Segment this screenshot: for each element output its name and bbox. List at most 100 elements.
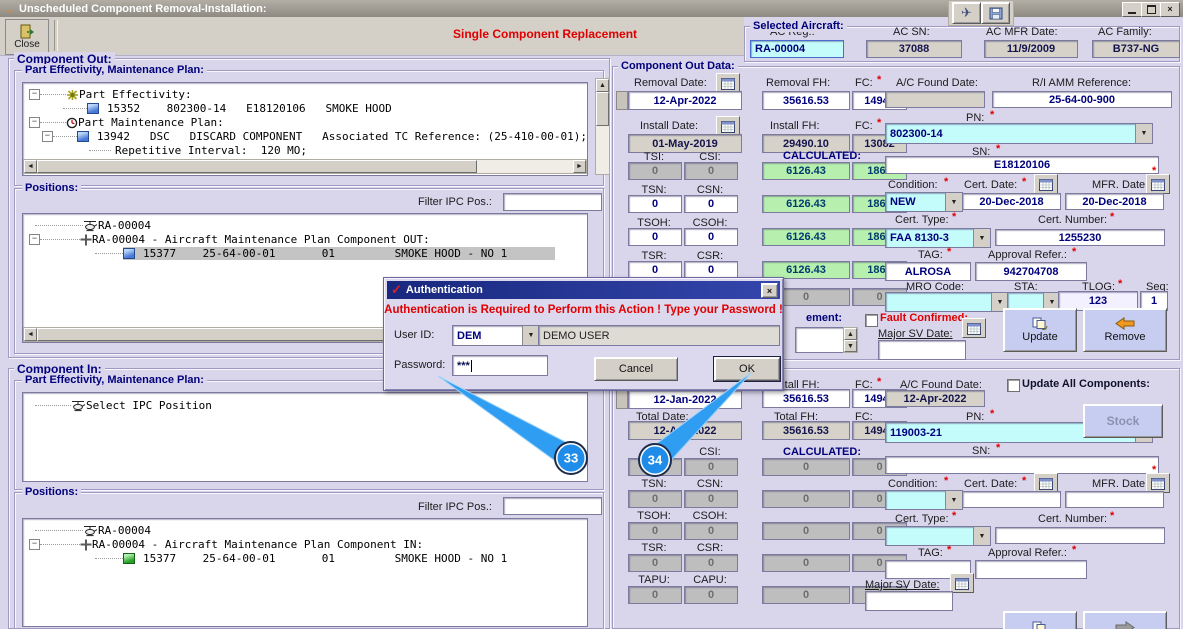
in-sn-field[interactable]	[885, 456, 1159, 474]
update-all-checkbox[interactable]	[1007, 379, 1020, 392]
tree-node-maintenance-plan[interactable]: − Part Maintenance Plan:	[23, 116, 587, 129]
selected-row-highlight[interactable]: 15377 25-64-00-01 01 SMOKE HOOD - NO 1	[123, 247, 555, 260]
install-button[interactable]	[1083, 611, 1167, 629]
ok-button[interactable]: OK	[714, 357, 780, 381]
scroll-thumb[interactable]	[37, 160, 477, 173]
mro-code-dropdown[interactable]: ▼	[885, 292, 1009, 312]
chevron-down-icon[interactable]: ▼	[522, 326, 539, 345]
ac-reg-field[interactable]: RA-00004	[750, 40, 844, 58]
save-toolbar-button[interactable]	[981, 2, 1010, 24]
chevron-down-icon[interactable]: ▼	[973, 229, 990, 247]
out-cert-number-field[interactable]: 1255230	[995, 229, 1165, 246]
tree-node-select-ipc[interactable]: Select IPC Position	[23, 399, 587, 412]
removal-date-calendar-button[interactable]	[716, 73, 740, 93]
reason-vscrollbar[interactable]: ▲ ▼	[843, 327, 858, 353]
stock-button[interactable]: Stock	[1083, 404, 1163, 438]
close-window-button[interactable]: ×	[1160, 2, 1180, 17]
scroll-up-icon[interactable]: ▲	[844, 328, 857, 340]
collapse-icon[interactable]: −	[29, 117, 40, 128]
dialog-titlebar[interactable]: ✓ Authentication	[387, 281, 780, 299]
out-major-sv-label: Major SV Date:	[878, 328, 953, 340]
cancel-button[interactable]: Cancel	[594, 357, 678, 381]
remove-button[interactable]: Remove	[1083, 308, 1167, 352]
restore-button[interactable]	[1141, 2, 1161, 17]
tree-node-part[interactable]: 15352 802300-14 E18120106 SMOKE HOOD	[23, 102, 587, 115]
out-filter-ipc-input[interactable]	[503, 193, 602, 211]
tree-node-aircraft[interactable]: RA-00004	[23, 524, 587, 537]
in-cert-date-field[interactable]	[962, 491, 1061, 508]
out-part-plan-hscrollbar[interactable]: ◄ ►	[23, 159, 587, 174]
out-cert-date-calendar-button[interactable]	[1034, 174, 1058, 194]
in-mfr-date-field[interactable]	[1065, 491, 1164, 508]
tree-node-plan-out[interactable]: − RA-00004 - Aircraft Maintenance Plan C…	[23, 233, 587, 246]
in-install-fh-field[interactable]: 35616.53	[762, 389, 850, 408]
dialog-check-icon: ✓	[391, 282, 402, 297]
out-major-sv-calendar-button[interactable]	[962, 318, 986, 338]
in-cert-number-field[interactable]	[995, 527, 1165, 544]
out-tag-field[interactable]: ALROSA	[885, 262, 971, 281]
in-major-sv-field[interactable]	[865, 591, 953, 611]
csn-field[interactable]: 0	[684, 195, 738, 213]
close-form-button[interactable]: Close	[5, 19, 49, 55]
chevron-down-icon[interactable]: ▼	[973, 527, 990, 545]
in-cert-type-dropdown[interactable]: ▼	[885, 526, 991, 546]
tsoh-field[interactable]: 0	[628, 228, 682, 246]
scroll-right-icon[interactable]: ►	[573, 160, 586, 173]
tree-node-task[interactable]: − 13942 DSC DISCARD COMPONENT Associated…	[23, 130, 587, 143]
removal-fh-field[interactable]: 35616.53	[762, 91, 850, 110]
reason-textarea[interactable]	[795, 327, 849, 353]
in-positions-tree[interactable]: RA-00004 − RA-00004 - Aircraft Maintenan…	[22, 518, 588, 627]
password-input[interactable]: ***	[452, 355, 548, 376]
dialog-close-button[interactable]: ×	[761, 283, 778, 298]
tree-node-position[interactable]: 15377 25-64-00-01 01 SMOKE HOOD - NO 1	[23, 552, 587, 565]
in-mfr-date-calendar-button[interactable]	[1146, 473, 1170, 493]
collapse-icon[interactable]: −	[29, 89, 40, 100]
collapse-icon[interactable]: −	[29, 539, 40, 550]
minimize-button[interactable]	[1122, 2, 1142, 17]
scroll-left-icon[interactable]: ◄	[24, 160, 37, 173]
out-part-plan-vscrollbar[interactable]: ▲	[595, 78, 610, 175]
out-mfr-date-field[interactable]: 20-Dec-2018	[1065, 193, 1164, 210]
fault-confirmed-checkbox[interactable]	[865, 314, 878, 327]
out-condition-dropdown[interactable]: NEW ▼	[885, 192, 963, 212]
scroll-thumb[interactable]	[596, 92, 609, 126]
tree-node-plan-in[interactable]: − RA-00004 - Aircraft Maintenance Plan C…	[23, 538, 587, 551]
chevron-down-icon[interactable]: ▼	[1135, 124, 1152, 143]
scroll-left-icon[interactable]: ◄	[24, 328, 37, 341]
tsn-field[interactable]: 0	[628, 195, 682, 213]
tree-node-aircraft[interactable]: RA-00004	[23, 219, 587, 232]
in-condition-dropdown[interactable]: ▼	[885, 490, 963, 510]
scroll-down-icon[interactable]: ▼	[844, 340, 857, 352]
collapse-icon[interactable]: −	[41, 131, 53, 142]
chevron-down-icon[interactable]: ▼	[945, 491, 962, 509]
in-update-button[interactable]	[1003, 611, 1077, 629]
out-major-sv-field[interactable]	[878, 340, 966, 360]
in-cert-date-calendar-button[interactable]	[1034, 473, 1058, 493]
out-mfr-date-calendar-button[interactable]	[1146, 174, 1170, 194]
scroll-up-icon[interactable]: ▲	[596, 79, 609, 92]
update-button[interactable]: Update	[1003, 308, 1077, 352]
csoh-field[interactable]: 0	[684, 228, 738, 246]
chevron-down-icon[interactable]: ▼	[945, 193, 962, 211]
out-cert-date-field[interactable]: 20-Dec-2018	[962, 193, 1061, 210]
ac-family-label: AC Family:	[1098, 26, 1152, 38]
in-install-date-field[interactable]: 12-Jan-2022	[628, 390, 742, 409]
tree-node-interval[interactable]: Repetitive Interval: 120 MO;	[23, 144, 587, 157]
collapse-icon[interactable]: −	[29, 234, 40, 245]
in-approval-field[interactable]	[975, 560, 1087, 579]
tree-node-part-effectivity[interactable]: − Part Effectivity:	[23, 88, 587, 101]
amm-reference-field[interactable]: 25-64-00-900	[992, 91, 1172, 108]
out-cert-type-dropdown[interactable]: FAA 8130-3 ▼	[885, 228, 991, 248]
out-pn-dropdown[interactable]: 802300-14 ▼	[885, 123, 1153, 144]
tree-node-position-selected[interactable]: 15377 25-64-00-01 01 SMOKE HOOD - NO 1	[23, 247, 587, 260]
in-major-sv-calendar-button[interactable]	[950, 573, 974, 593]
removal-date-field[interactable]: 12-Apr-2022	[628, 91, 742, 110]
user-id-dropdown[interactable]: DEM ▼	[452, 325, 540, 346]
out-approval-field[interactable]: 942704708	[975, 262, 1087, 281]
out-ac-found-field[interactable]	[885, 91, 985, 108]
out-sn-field[interactable]: E18120106	[885, 156, 1159, 174]
in-part-plan-tree[interactable]: Select IPC Position	[22, 392, 588, 482]
aircraft-toolbar-button[interactable]: ✈	[952, 2, 981, 24]
install-date-calendar-button[interactable]	[716, 116, 740, 136]
in-filter-ipc-input[interactable]	[503, 497, 602, 515]
